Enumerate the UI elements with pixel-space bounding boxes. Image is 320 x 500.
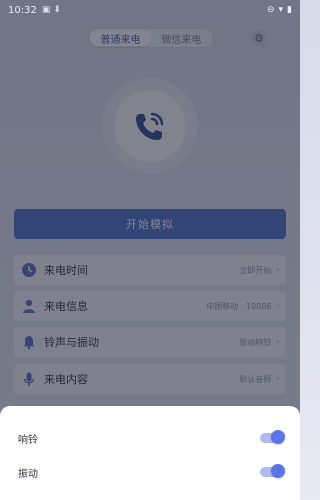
- status-time: 10:32: [8, 4, 37, 16]
- chevron-right-icon: ›: [276, 374, 280, 384]
- ring-vibrate-sheet: 响铃 振动: [0, 406, 300, 500]
- toggle-knob: [271, 430, 285, 444]
- dnd-icon: ⊖: [266, 5, 275, 15]
- bell-icon: [20, 333, 38, 351]
- row-label: 铃声与振动: [44, 336, 99, 349]
- clock-icon: [20, 261, 38, 279]
- row-value: 中国移动 · 10086: [206, 301, 272, 311]
- gear-icon: [255, 34, 263, 42]
- sheet-option-ring: 响铃: [18, 428, 285, 448]
- option-label: 响铃: [18, 434, 38, 446]
- row-value: 振动响铃: [239, 337, 272, 347]
- row-call-time[interactable]: 来电时间 立即开始 ›: [14, 255, 286, 285]
- chevron-right-icon: ›: [276, 301, 280, 311]
- row-call-info[interactable]: 来电信息 中国移动 · 10086 ›: [14, 291, 286, 321]
- status-bar: 10:32 ▣ ⬇ ⊖ ▾ ▮: [0, 0, 300, 20]
- phone-call-icon: [136, 112, 164, 140]
- row-label: 来电时间: [44, 264, 88, 277]
- ring-toggle[interactable]: [260, 430, 285, 444]
- call-type-tabs: 普通来电 微信来电: [88, 28, 214, 48]
- download-icon: ⬇: [53, 5, 61, 15]
- wifi-icon: ▾: [278, 5, 284, 15]
- image-icon: ▣: [41, 5, 51, 15]
- row-ring-vibrate[interactable]: 铃声与振动 振动响铃 ›: [14, 327, 286, 357]
- chevron-right-icon: ›: [276, 337, 280, 347]
- row-value: 默认音频: [239, 374, 272, 384]
- toggle-knob: [271, 464, 285, 478]
- chevron-right-icon: ›: [276, 265, 280, 275]
- row-call-content[interactable]: 来电内容 默认音频 ›: [14, 364, 286, 394]
- start-simulation-button[interactable]: 开始模拟: [14, 209, 286, 239]
- mic-icon: [20, 370, 38, 388]
- vibrate-toggle[interactable]: [260, 464, 285, 478]
- person-icon: [20, 297, 38, 315]
- tab-wechat-call[interactable]: 微信来电: [151, 30, 212, 46]
- sheet-option-vibrate: 振动: [18, 462, 285, 482]
- tab-normal-call[interactable]: 普通来电: [90, 30, 151, 46]
- row-value: 立即开始: [239, 265, 272, 275]
- row-label: 来电内容: [44, 373, 88, 386]
- option-label: 振动: [18, 468, 38, 480]
- battery-icon: ▮: [287, 5, 292, 15]
- phone-icon-circle: [114, 90, 186, 162]
- settings-button[interactable]: [251, 30, 267, 46]
- row-label: 来电信息: [44, 300, 88, 313]
